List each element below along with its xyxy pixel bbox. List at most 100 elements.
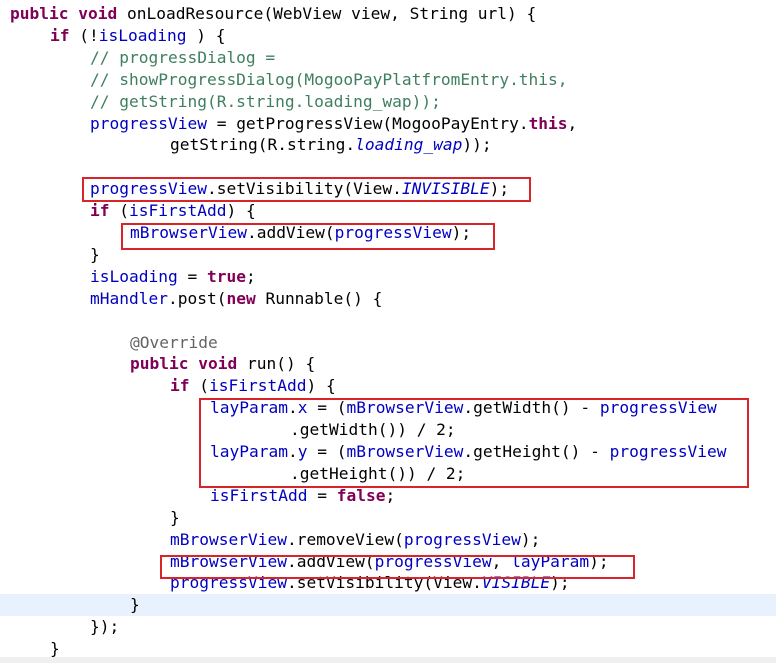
code-line-text: } [90, 244, 100, 266]
code-token: ) { [226, 201, 256, 221]
code-line[interactable]: mBrowserView.removeView(progressView); [0, 529, 776, 551]
code-line[interactable]: progressView.setVisibility(View.VISIBLE)… [0, 572, 776, 594]
code-line[interactable]: // progressDialog = [0, 47, 776, 69]
code-line[interactable]: .getWidth()) / 2; [0, 419, 776, 441]
code-token: Runnable() { [255, 288, 383, 308]
code-token: .setVisibility(View. [286, 573, 482, 593]
code-line-text: // progressDialog = [90, 47, 275, 69]
code-token: ) { [306, 376, 336, 396]
code-token: ; [385, 485, 396, 505]
code-token: progressView [334, 223, 452, 242]
code-token: mBrowserView [170, 551, 287, 571]
code-line[interactable]: if (isFirstAdd) { [0, 200, 776, 222]
code-token: progressView [609, 442, 727, 461]
code-token: ( [189, 376, 209, 396]
code-token: ); [550, 573, 570, 593]
code-line[interactable]: } [0, 244, 776, 266]
code-token: isLoading [90, 266, 178, 286]
code-token: .getHeight()) / 2; [290, 463, 466, 483]
code-line-text: layParam.y = (mBrowserView.getHeight() -… [210, 441, 727, 463]
code-line-text: } [130, 594, 140, 616]
code-line-text: .getHeight()) / 2; [290, 463, 465, 485]
code-line[interactable]: // showProgressDialog(MogooPayPlatfromEn… [0, 69, 776, 91]
code-line[interactable]: } [0, 594, 776, 617]
code-line[interactable]: mBrowserView.addView(progressView); [0, 222, 776, 244]
code-line-text: layParam.x = (mBrowserView.getWidth() - … [210, 397, 717, 419]
code-line[interactable]: mHandler.post(new Runnable() { [0, 288, 776, 310]
code-token: = ( [307, 442, 347, 461]
code-token: .getWidth() - [463, 398, 600, 418]
code-token: .setVisibility(View. [206, 179, 402, 199]
code-token: }); [90, 617, 120, 637]
code-token: x [297, 398, 308, 418]
code-token: if [170, 376, 190, 396]
code-token: true [206, 266, 246, 286]
code-token: (! [69, 25, 99, 45]
code-token: .post( [167, 288, 227, 308]
code-line[interactable] [0, 156, 776, 178]
code-line[interactable]: getString(R.string.loading_wap)); [0, 134, 776, 156]
code-token: VISIBLE [481, 573, 551, 593]
code-line-text: mHandler.post(new Runnable() { [90, 288, 382, 310]
code-token: mBrowserView [130, 223, 247, 242]
code-line[interactable]: } [0, 507, 776, 529]
code-line[interactable]: public void onLoadResource(WebView view,… [0, 3, 776, 25]
code-token: ); [520, 529, 541, 549]
code-line-text: progressView.setVisibility(View.INVISIBL… [90, 178, 509, 200]
code-line-text: if (!isLoading ) { [50, 25, 225, 47]
code-line[interactable]: }); [0, 616, 776, 638]
code-token: public [130, 354, 189, 374]
code-token: . [287, 442, 298, 461]
code-token: .removeView( [286, 529, 404, 549]
code-token: isFirstAdd [209, 376, 307, 396]
code-line[interactable]: layParam.y = (mBrowserView.getHeight() -… [0, 441, 776, 463]
code-line[interactable]: isLoading = true; [0, 266, 776, 288]
code-line[interactable]: isFirstAdd = false; [0, 485, 776, 507]
code-token: mBrowserView [170, 529, 287, 549]
code-token: if [90, 201, 110, 221]
code-line[interactable]: public void run() { [0, 353, 776, 375]
code-line[interactable]: @Override [0, 332, 776, 354]
code-line-text: mBrowserView.addView(progressView, layPa… [170, 551, 609, 573]
code-line[interactable]: layParam.x = (mBrowserView.getWidth() - … [0, 397, 776, 419]
code-line[interactable]: mBrowserView.addView(progressView, layPa… [0, 551, 776, 573]
code-token: false [336, 485, 386, 505]
code-token: .addView( [246, 223, 335, 242]
code-token: layParam [210, 442, 288, 461]
code-token: progressView [170, 573, 287, 593]
code-line-text: } [170, 507, 180, 529]
code-token: // showProgressDialog(MogooPayPlatfromEn… [90, 69, 568, 89]
code-token: = getProgressView(MogooPayEntry. [206, 113, 529, 133]
code-line-text: isFirstAdd = false; [210, 485, 395, 507]
code-token: isLoading [98, 25, 187, 45]
code-token: } [130, 595, 140, 615]
code-line[interactable]: // getString(R.string.loading_wap)); [0, 91, 776, 113]
code-token: } [170, 507, 180, 527]
code-token: mBrowserView [346, 442, 464, 461]
code-line-text: progressView = getProgressView(MogooPayE… [90, 113, 577, 135]
code-token: .getWidth()) / 2; [290, 420, 456, 440]
code-line-text: mBrowserView.removeView(progressView); [170, 529, 540, 551]
code-token: loading_wap [355, 135, 463, 155]
code-token: layParam [210, 398, 288, 418]
code-token: y [297, 442, 308, 461]
code-token: ); [589, 551, 609, 571]
code-line[interactable]: progressView = getProgressView(MogooPayE… [0, 113, 776, 135]
code-token: @Override [130, 332, 218, 352]
code-line[interactable]: .getHeight()) / 2; [0, 463, 776, 485]
code-token: // progressDialog = [90, 47, 276, 67]
code-line[interactable] [0, 310, 776, 332]
code-editor[interactable]: public void onLoadResource(WebView view,… [0, 0, 776, 663]
code-line[interactable]: if (!isLoading ) { [0, 25, 776, 47]
code-line-text: isLoading = true; [90, 266, 256, 288]
code-line[interactable]: if (isFirstAdd) { [0, 375, 776, 397]
code-line-text: if (isFirstAdd) { [170, 375, 336, 397]
code-line-text: .getWidth()) / 2; [290, 419, 456, 441]
code-token: mHandler [90, 288, 168, 308]
code-token: ); [489, 179, 510, 199]
code-token: } [90, 244, 100, 264]
code-line-text: public void run() { [130, 353, 315, 375]
code-token: onLoadResource(WebView view, String url)… [117, 4, 537, 23]
code-line[interactable]: progressView.setVisibility(View.INVISIBL… [0, 178, 776, 200]
